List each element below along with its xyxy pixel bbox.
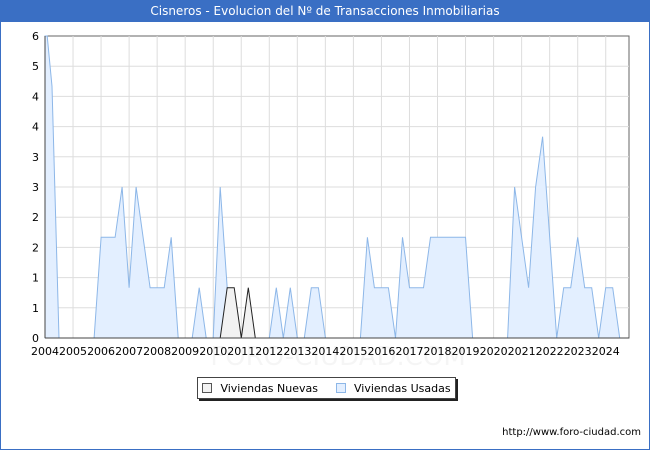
legend-label-nuevas: Viviendas Nuevas [220,381,318,395]
legend-swatch-nuevas [202,383,213,393]
x-tick-label: 2021 [508,345,536,358]
x-tick-label: 2014 [311,345,339,358]
x-tick-label: 2017 [395,345,423,358]
x-tick-label: 2016 [367,345,395,358]
x-tick-label: 2010 [199,345,227,358]
x-tick-label: 2013 [283,345,311,358]
legend-item-usadas: Viviendas Usadas [335,381,451,395]
x-tick-label: 2024 [592,345,620,358]
x-tick-label: 2018 [424,345,452,358]
y-tick-label: 4 [32,90,39,103]
x-tick-label: 2012 [255,345,283,358]
y-tick-label: 2 [32,241,39,254]
y-tick-label: 6 [32,30,39,43]
x-tick-label: 2009 [171,345,199,358]
x-tick-label: 2023 [564,345,592,358]
x-axis-ticks: 2004 2005 2006 2007 2008 2009 2010 2011 2012 2013… [31,345,620,358]
x-tick-label: 2008 [143,345,171,358]
x-tick-label: 2022 [536,345,564,358]
y-tick-label: 4 [32,121,39,134]
x-tick-label: 2004 [31,345,59,358]
legend-label-usadas: Viviendas Usadas [353,381,451,395]
y-tick-label: 3 [32,151,39,164]
x-tick-label: 2015 [339,345,367,358]
x-tick-label: 2011 [227,345,255,358]
x-tick-label: 2005 [59,345,87,358]
y-tick-label: 1 [32,302,39,315]
y-tick-label: 1 [32,272,39,285]
legend-swatch-usadas [335,383,346,393]
legend: Viviendas Nuevas Viviendas Usadas [197,377,456,399]
source-credit: http://www.foro-ciudad.com [502,427,641,438]
x-tick-label: 2019 [452,345,480,358]
y-axis-ticks: 0 1 1 2 2 3 3 4 4 5 6 [32,30,39,345]
y-tick-label: 5 [32,60,39,73]
y-tick-label: 0 [32,332,39,345]
x-tick-label: 2020 [480,345,508,358]
y-tick-label: 2 [32,211,39,224]
x-tick-label: 2007 [115,345,143,358]
y-tick-label: 3 [32,181,39,194]
legend-item-nuevas: Viviendas Nuevas [202,382,318,395]
x-tick-label: 2006 [87,345,115,358]
